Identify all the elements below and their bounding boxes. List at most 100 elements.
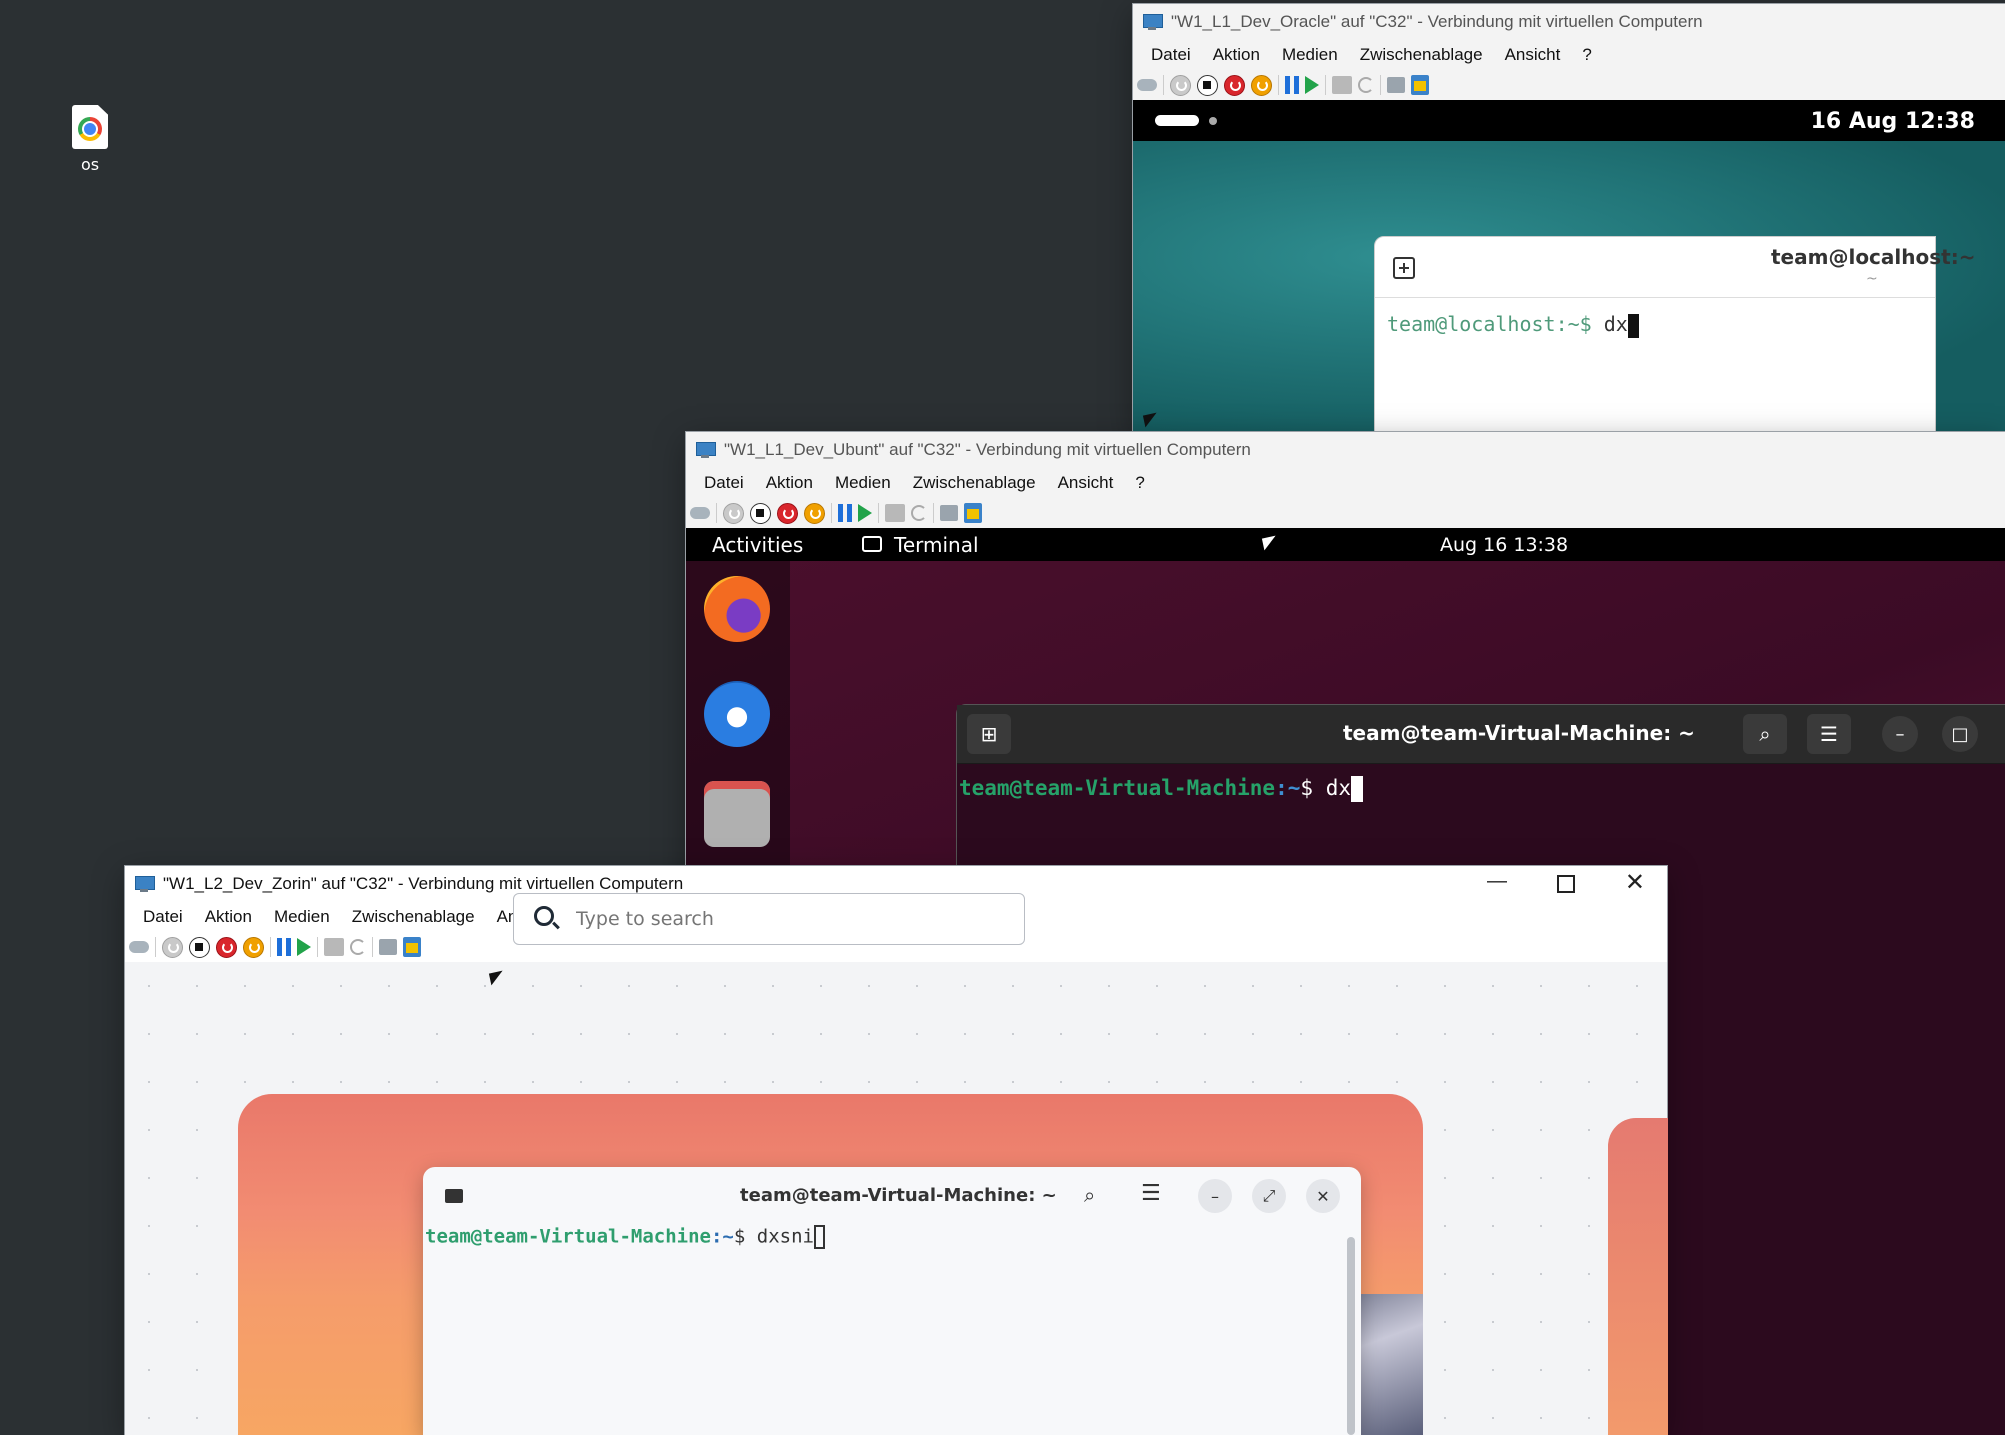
ubuntu-prompt-path: :~ xyxy=(1275,776,1301,800)
ubuntu-top-bar: Activities Terminal Aug 16 13:38 xyxy=(686,528,2005,561)
new-tab-icon[interactable] xyxy=(445,1189,463,1203)
window-close-button[interactable]: ✕ xyxy=(1625,868,1645,897)
ubuntu-prompt-symbol: $ xyxy=(1300,776,1314,800)
pause-icon[interactable] xyxy=(838,504,852,522)
menu-zwischenablage[interactable]: Zwischenablage xyxy=(340,907,485,927)
scrollbar[interactable] xyxy=(1347,1237,1355,1435)
revert-icon[interactable] xyxy=(1358,77,1374,93)
toolbar-separator xyxy=(372,937,373,957)
turn-off-icon[interactable] xyxy=(1197,74,1218,96)
window-maximize-button[interactable] xyxy=(1557,875,1575,893)
zorin-terminal-window[interactable]: team@team-Virtual-Machine: ~ ⌕ ☰ – ⤢ ✕ t… xyxy=(423,1167,1361,1435)
vm-connection-icon xyxy=(133,875,155,893)
checkpoint-icon[interactable] xyxy=(1332,76,1352,94)
toolbar-separator xyxy=(933,503,934,523)
resume-icon[interactable] xyxy=(297,938,311,956)
ubuntu-title-bar[interactable]: "W1_L1_Dev_Ubunt" auf "C32" - Verbindung… xyxy=(686,432,2005,468)
oracle-terminal-body[interactable]: team@localhost:~$ dx xyxy=(1375,298,1935,352)
desktop-icon-os[interactable]: os xyxy=(60,105,120,174)
menu-ansicht[interactable]: Ansicht xyxy=(1493,45,1571,65)
menu-medien[interactable]: Medien xyxy=(823,473,901,493)
menu-medien[interactable]: Medien xyxy=(1270,45,1348,65)
revert-icon[interactable] xyxy=(911,505,927,521)
maximize-button[interactable]: ⤢ xyxy=(1252,1179,1286,1213)
shut-down-icon[interactable] xyxy=(216,936,237,958)
oracle-terminal-window[interactable]: team@localhost:~ ~ team@localhost:~$ dx xyxy=(1374,236,1975,432)
oracle-title-bar[interactable]: "W1_L1_Dev_Oracle" auf "C32" - Verbindun… xyxy=(1133,4,2005,40)
window-minimize-button[interactable]: — xyxy=(1487,870,1507,893)
menu-aktion[interactable]: Aktion xyxy=(193,907,262,927)
close-button[interactable]: ✕ xyxy=(1306,1179,1340,1213)
ctrl-alt-del-icon[interactable] xyxy=(690,507,710,519)
save-state-icon[interactable] xyxy=(804,502,825,524)
ctrl-alt-del-icon[interactable] xyxy=(1137,79,1157,91)
new-tab-icon[interactable] xyxy=(1393,257,1415,279)
start-icon[interactable] xyxy=(1170,74,1191,96)
oracle-clock[interactable]: 16 Aug 12:38 xyxy=(1811,109,1975,134)
checkpoint-icon[interactable] xyxy=(324,938,344,956)
menu-datei[interactable]: Datei xyxy=(131,907,193,927)
toolbar-separator xyxy=(317,937,318,957)
search-button[interactable]: ⌕ xyxy=(1743,714,1787,754)
zorin-search-input[interactable] xyxy=(574,902,998,936)
oracle-terminal-subtitle: ~ xyxy=(1866,271,1878,287)
start-icon[interactable] xyxy=(162,936,183,958)
oracle-terminal-header: team@localhost:~ ~ xyxy=(1375,237,1975,298)
minimize-button[interactable]: – xyxy=(1882,716,1918,752)
enhanced-session-icon[interactable] xyxy=(379,939,397,955)
minimize-button[interactable]: – xyxy=(1198,1179,1232,1213)
menu-button[interactable]: ☰ xyxy=(1141,1181,1161,1206)
menu-button[interactable]: ☰ xyxy=(1807,714,1851,754)
zorin-terminal-body[interactable]: team@team-Virtual-Machine:~$ dxsni xyxy=(423,1225,1361,1249)
files-icon[interactable] xyxy=(704,781,770,847)
save-state-icon[interactable] xyxy=(243,936,264,958)
oracle-terminal-title: team@localhost:~ xyxy=(1771,245,1976,269)
resume-icon[interactable] xyxy=(858,504,872,522)
thunderbird-icon[interactable] xyxy=(704,681,770,747)
save-state-icon[interactable] xyxy=(1251,74,1272,96)
menu-ansicht[interactable]: Ansicht xyxy=(1046,473,1124,493)
turn-off-icon[interactable] xyxy=(750,502,771,524)
share-icon[interactable] xyxy=(964,503,982,523)
zorin-search-box[interactable] xyxy=(513,893,1025,945)
start-icon[interactable] xyxy=(723,502,744,524)
share-icon[interactable] xyxy=(1411,75,1429,95)
menu-zwischenablage[interactable]: Zwischenablage xyxy=(1348,45,1493,65)
terminal-app-icon xyxy=(862,536,882,552)
ubuntu-clock[interactable]: Aug 16 13:38 xyxy=(1440,534,1568,556)
ctrl-alt-del-icon[interactable] xyxy=(129,941,149,953)
enhanced-session-icon[interactable] xyxy=(940,505,958,521)
shut-down-icon[interactable] xyxy=(777,502,798,524)
workspace-dot-icon[interactable] xyxy=(1209,117,1217,125)
menu-datei[interactable]: Datei xyxy=(1139,45,1201,65)
firefox-icon[interactable] xyxy=(704,576,770,642)
menu-datei[interactable]: Datei xyxy=(692,473,754,493)
share-icon[interactable] xyxy=(403,937,421,957)
maximize-button[interactable]: □ xyxy=(1942,716,1978,752)
menu-zwischenablage[interactable]: Zwischenablage xyxy=(901,473,1046,493)
menu-medien[interactable]: Medien xyxy=(262,907,340,927)
checkpoint-icon[interactable] xyxy=(885,504,905,522)
ubuntu-terminal-body[interactable]: team@team-Virtual-Machine:~$ dx xyxy=(957,764,2005,814)
new-tab-button[interactable]: ⊞ xyxy=(967,714,1011,754)
search-button[interactable]: ⌕ xyxy=(1084,1183,1095,1207)
resume-icon[interactable] xyxy=(1305,76,1319,94)
zorin-next-workspace-thumbnail[interactable] xyxy=(1608,1118,1668,1435)
menu-aktion[interactable]: Aktion xyxy=(754,473,823,493)
revert-icon[interactable] xyxy=(350,939,366,955)
enhanced-session-icon[interactable] xyxy=(1387,77,1405,93)
activities-button[interactable]: Activities xyxy=(712,533,803,557)
zorin-prompt-path: :~ xyxy=(710,1225,734,1248)
workspace-indicator-icon[interactable] xyxy=(1155,115,1199,126)
text-cursor xyxy=(1350,776,1363,802)
turn-off-icon[interactable] xyxy=(189,936,210,958)
terminal-app-menu[interactable]: Terminal xyxy=(894,533,979,557)
ubuntu-terminal-title: team@team-Virtual-Machine: ~ xyxy=(1343,721,1695,745)
pause-icon[interactable] xyxy=(1285,76,1299,94)
menu-help[interactable]: ? xyxy=(1123,473,1154,493)
pause-icon[interactable] xyxy=(277,938,291,956)
menu-help[interactable]: ? xyxy=(1570,45,1601,65)
oracle-window-title: "W1_L1_Dev_Oracle" auf "C32" - Verbindun… xyxy=(1171,12,1703,31)
menu-aktion[interactable]: Aktion xyxy=(1201,45,1270,65)
shut-down-icon[interactable] xyxy=(1224,74,1245,96)
